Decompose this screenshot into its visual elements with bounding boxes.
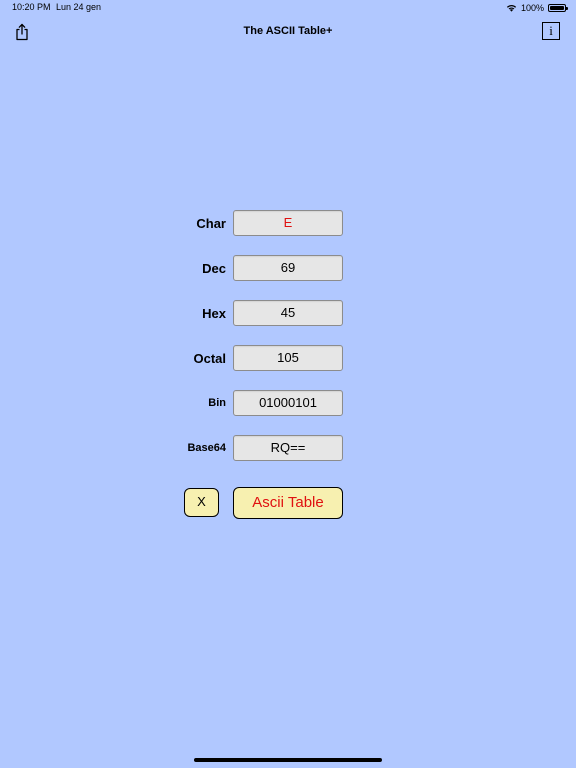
navigation-bar: The ASCII Table+ i	[0, 16, 576, 48]
base64-label: Base64	[187, 442, 226, 454]
octal-row: Octal 105	[0, 345, 576, 371]
status-bar: 10:20 PM Lun 24 gen 100%	[0, 0, 576, 16]
status-date: Lun 24 gen	[56, 2, 102, 12]
ascii-table-button[interactable]: Ascii Table	[233, 487, 343, 519]
char-row: Char E	[0, 210, 576, 236]
dec-label: Dec	[202, 261, 226, 276]
hex-label: Hex	[202, 306, 226, 321]
octal-label: Octal	[193, 351, 226, 366]
home-indicator	[194, 758, 382, 762]
dec-field[interactable]: 69	[233, 255, 343, 281]
bin-row: Bin 01000101	[0, 390, 576, 416]
base64-field[interactable]: RQ==	[233, 435, 343, 461]
battery-percentage: 100%	[520, 2, 544, 13]
char-field[interactable]: E	[233, 210, 343, 236]
char-label: Char	[196, 216, 226, 231]
page-title: The ASCII Table+	[243, 25, 333, 37]
bin-label: Bin	[208, 397, 226, 409]
octal-field[interactable]: 105	[233, 345, 343, 371]
status-indicators: 100%	[506, 2, 568, 13]
info-button[interactable]: i	[542, 22, 560, 40]
base64-row: Base64 RQ==	[0, 435, 576, 461]
hex-field[interactable]: 45	[233, 300, 343, 326]
dec-row: Dec 69	[0, 255, 576, 281]
bin-field[interactable]: 01000101	[233, 390, 343, 416]
status-time: 10:20 PM	[12, 2, 51, 12]
hex-row: Hex 45	[0, 300, 576, 326]
clear-button[interactable]: X	[184, 488, 219, 517]
battery-icon	[548, 3, 568, 12]
wifi-icon	[506, 4, 517, 12]
